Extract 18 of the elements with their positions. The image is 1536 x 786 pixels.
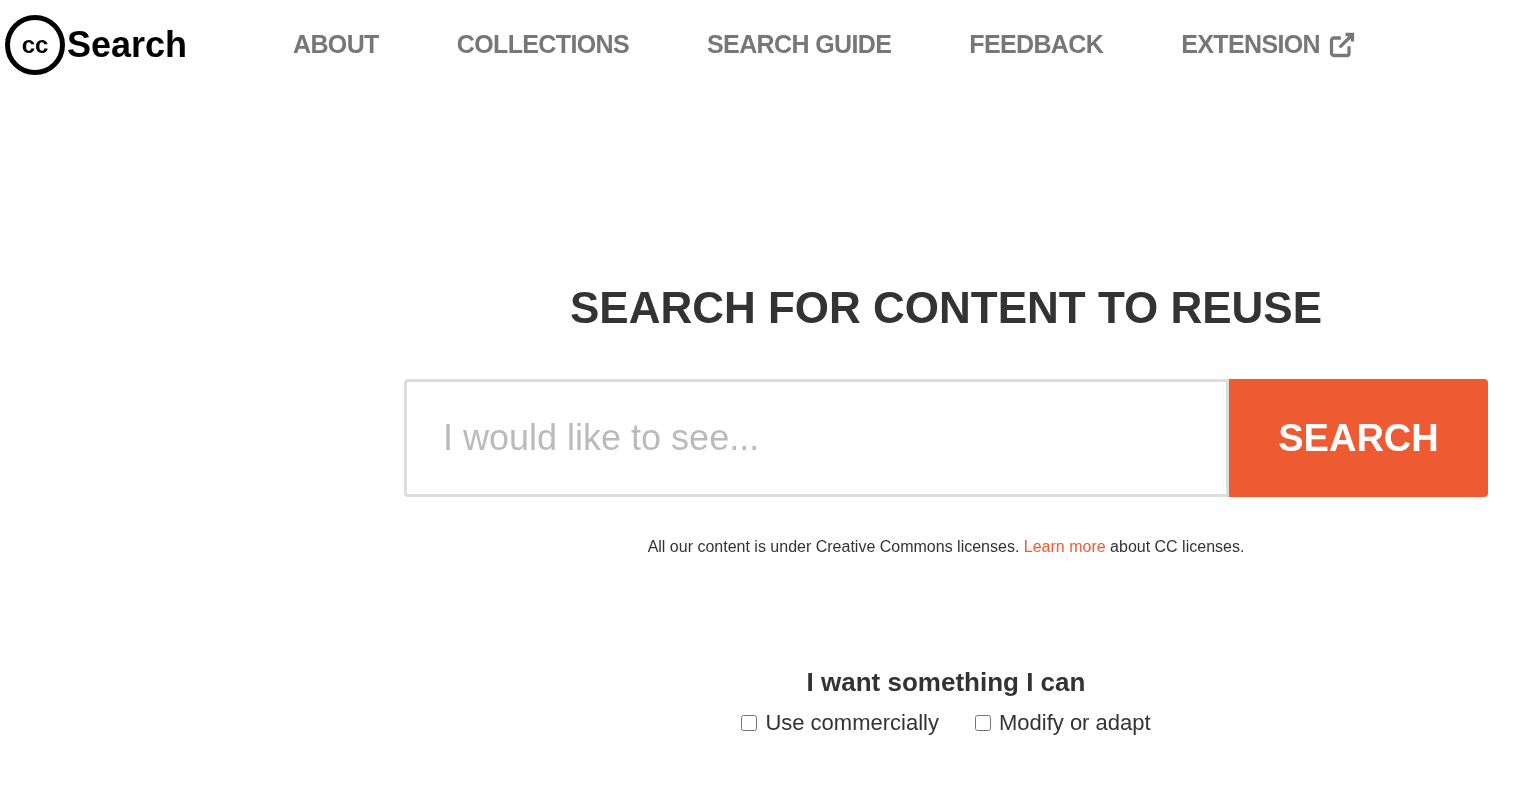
- nav-link[interactable]: FEEDBACK: [969, 26, 1104, 64]
- nav-link[interactable]: COLLECTIONS: [456, 26, 630, 64]
- filter-heading: I want something I can: [806, 666, 1086, 699]
- nav-link[interactable]: EXTENSION: [1181, 26, 1356, 64]
- search-button[interactable]: SEARCH: [1229, 379, 1488, 497]
- license-note: All our content is under Creative Commons licenses. Learn more about CC licenses.: [647, 537, 1245, 557]
- page-title: SEARCH FOR CONTENT TO REUSE: [569, 282, 1323, 334]
- nav-link[interactable]: ABOUT: [293, 26, 379, 64]
- checkbox-label[interactable]: Modify or adapt: [998, 706, 1151, 739]
- search-field[interactable]: I would like to see...: [404, 379, 1229, 497]
- logo-text: Search: [67, 23, 188, 67]
- logo-mark: cc: [5, 15, 65, 75]
- learn-more-link[interactable]: Learn more: [1023, 538, 1106, 555]
- checkbox[interactable]: [974, 714, 991, 731]
- checkbox-label[interactable]: Use commercially: [765, 706, 939, 739]
- checkbox[interactable]: [741, 714, 758, 731]
- external-link-icon: [1328, 31, 1356, 59]
- nav-link[interactable]: SEARCH GUIDE: [707, 26, 892, 64]
